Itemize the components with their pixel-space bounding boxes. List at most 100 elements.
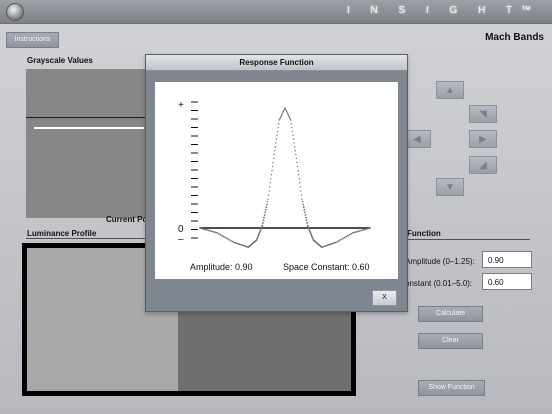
space-constant-input[interactable]: 0.60 <box>482 273 532 290</box>
response-curve-point <box>263 216 265 219</box>
response-curve-point <box>281 113 283 115</box>
response-curve-point <box>296 165 299 168</box>
response-curve-point <box>277 126 279 129</box>
amplitude-readout: Amplitude: 0.90 <box>190 262 253 272</box>
response-curve-point <box>205 229 208 231</box>
response-curve-point <box>367 227 370 230</box>
response-curve-point <box>305 216 307 219</box>
response-curve-point <box>280 114 283 116</box>
move-up-button[interactable]: ▲ <box>436 81 464 99</box>
response-curve-point <box>265 203 268 206</box>
response-curve-point <box>362 229 365 231</box>
response-curve-point <box>226 237 229 240</box>
response-curve-point <box>211 230 213 233</box>
response-curve-point <box>231 240 234 243</box>
instructions-button[interactable]: Instructions <box>6 32 59 48</box>
response-curve-point <box>301 201 304 203</box>
response-curve-point <box>275 138 278 140</box>
dialog-close-button[interactable]: X <box>372 290 397 306</box>
response-curve-point <box>272 157 275 160</box>
response-curve-point <box>270 174 273 176</box>
response-curve-point <box>303 211 306 214</box>
y-tick-minus-label: – <box>178 234 184 245</box>
move-down-button[interactable]: ▼ <box>436 178 464 196</box>
response-curve-point <box>209 229 212 232</box>
response-curve-point <box>266 201 269 203</box>
grayscale-white-line <box>34 127 144 129</box>
move-right-button[interactable]: ▶ <box>469 130 497 148</box>
response-curve-point <box>229 239 232 242</box>
response-curve-point <box>299 186 301 188</box>
response-curve-point <box>263 214 266 216</box>
grayscale-divider-line <box>26 117 150 118</box>
response-curve-point <box>276 130 279 133</box>
response-curve-point <box>338 239 341 242</box>
calculate-button[interactable]: Calculate <box>418 306 483 322</box>
move-down-right-button[interactable]: ◢ <box>469 156 497 174</box>
dialog-title: Response Function <box>146 55 407 71</box>
response-curve-point <box>302 206 305 209</box>
response-curve-point <box>299 182 301 184</box>
response-curve-point <box>300 194 303 196</box>
amplitude-input[interactable]: 0.90 <box>482 251 532 268</box>
response-curve-point <box>292 138 295 140</box>
y-tick-plus-label: + <box>178 100 184 111</box>
response-curve-point <box>261 224 264 227</box>
response-curve-point <box>271 165 274 168</box>
response-curve-point <box>364 228 366 231</box>
arrow-right-icon: ▶ <box>479 133 487 145</box>
response-curve-point <box>212 230 215 233</box>
response-curve-point <box>278 123 280 125</box>
page-title: Mach Bands <box>485 32 544 43</box>
luminance-separator <box>26 238 150 239</box>
grayscale-values-label: Grayscale Values <box>27 56 93 65</box>
response-curve-point <box>216 231 218 234</box>
move-up-right-button[interactable]: ◥ <box>469 105 497 123</box>
function-separator <box>405 239 530 240</box>
response-curve-point <box>357 230 359 233</box>
response-curve-point <box>276 134 278 137</box>
chart-axes <box>191 101 370 239</box>
response-curve-point <box>274 146 277 148</box>
response-curve-point <box>262 222 264 224</box>
response-curve-point <box>279 116 282 119</box>
response-curve-point <box>352 231 354 234</box>
response-curve-point <box>286 112 288 114</box>
response-curve-point <box>199 227 201 229</box>
response-curve-point <box>303 208 306 211</box>
response-curve-point <box>270 178 272 180</box>
function-label: Function <box>407 229 441 238</box>
arrow-left-icon: ◀ <box>413 133 421 145</box>
response-curve-point <box>265 206 268 209</box>
response-curve-point <box>268 190 270 192</box>
response-curve-point <box>264 211 267 214</box>
response-curve-point <box>202 228 205 230</box>
response-curve-point <box>219 233 222 236</box>
response-curve-point <box>272 161 274 164</box>
response-curve-point <box>296 161 298 164</box>
response-curve-point <box>369 227 371 229</box>
response-curve-point <box>347 234 349 237</box>
response-curve-point <box>267 194 270 196</box>
app-logo <box>6 3 24 21</box>
response-curve-point <box>204 228 206 231</box>
response-curve-point <box>292 134 294 137</box>
response-curve-point <box>365 228 368 230</box>
response-curve-point <box>289 118 291 120</box>
response-curve-point <box>267 198 269 200</box>
response-curve-point <box>340 238 342 241</box>
response-curve-point <box>221 234 223 237</box>
response-curve-point <box>289 119 292 121</box>
show-function-button[interactable]: Show Function <box>418 380 485 396</box>
response-curve-point <box>353 231 356 234</box>
response-curve-point <box>293 142 295 144</box>
arrow-up-right-icon: ◥ <box>479 108 487 120</box>
response-curve-point <box>343 236 346 239</box>
response-curve-point <box>280 115 282 118</box>
response-curve-point <box>214 231 217 234</box>
response-curve-point <box>360 229 363 232</box>
clear-button[interactable]: Clear <box>418 333 483 349</box>
response-curve-point <box>217 232 220 235</box>
response-curve-point <box>291 126 293 129</box>
response-curve-point <box>288 115 290 118</box>
